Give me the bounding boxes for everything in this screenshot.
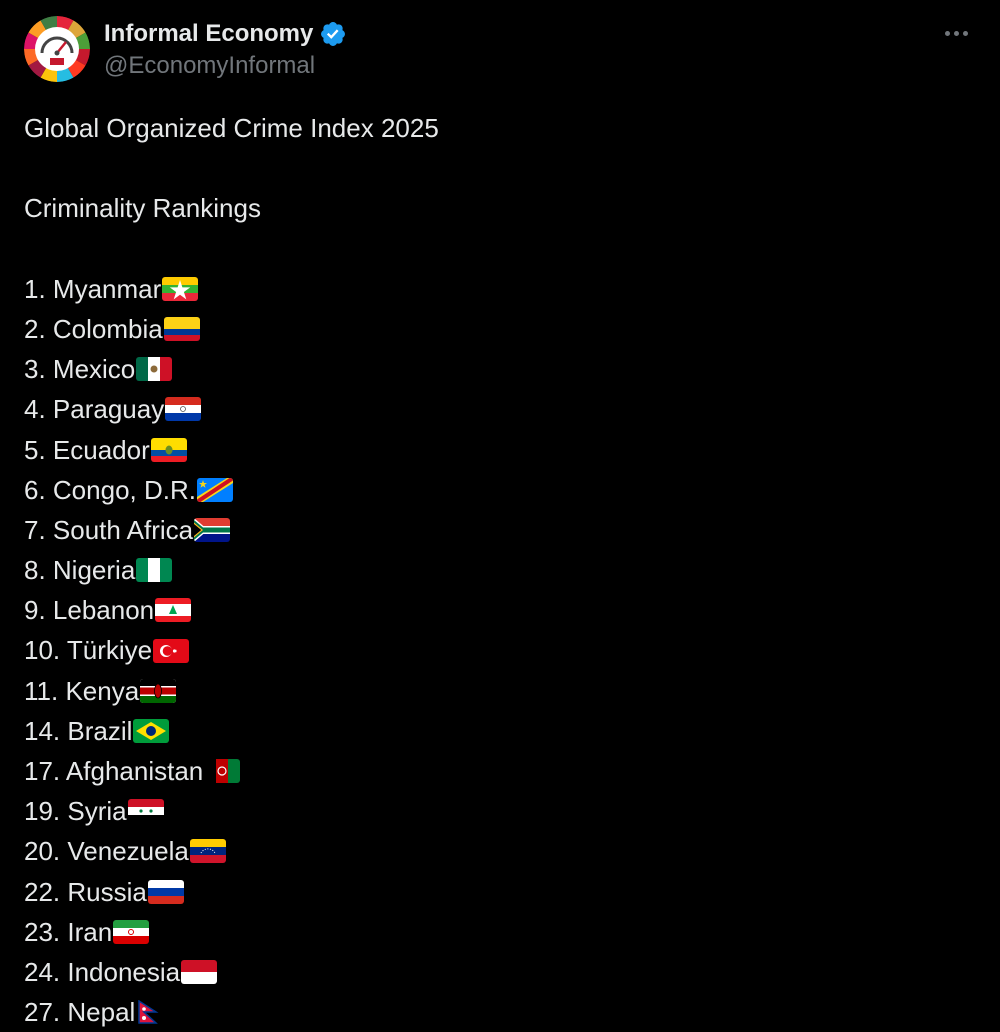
- ranking-line: 5. Ecuador: [24, 430, 974, 470]
- mexico-flag-icon: [136, 357, 173, 382]
- iran-flag-icon: [113, 919, 150, 944]
- ecuador-flag-icon: [150, 437, 187, 462]
- tweet-title: Global Organized Crime Index 2025: [24, 113, 439, 143]
- ranking-text: 19. Syria: [24, 796, 127, 827]
- ranking-text: 24. Indonesia: [24, 956, 181, 987]
- nepal-flag-icon: [136, 1000, 160, 1024]
- ranking-line: 14. Brazil: [24, 711, 974, 751]
- ranking-text: 3. Mexico: [24, 354, 136, 385]
- tweet-text: Global Organized Crime Index 2025 Crimin…: [24, 108, 974, 1032]
- dot: [944, 30, 950, 36]
- author-name-row: Informal Economy: [104, 18, 347, 50]
- avatar[interactable]: [24, 16, 90, 82]
- ranking-line: 4. Paraguay: [24, 389, 974, 429]
- ranking-line: 19. Syria: [24, 791, 974, 831]
- ranking-line: 11. Kenya: [24, 671, 974, 711]
- syria-flag-icon: [127, 799, 164, 824]
- ranking-line: 20. Venezuela: [24, 831, 974, 871]
- ranking-line: 27. Nepal: [24, 992, 974, 1032]
- author-handle[interactable]: @EconomyInformal: [104, 52, 315, 80]
- ranking-line: 17. Afghanistan: [24, 751, 974, 791]
- turkiye-flag-icon: [153, 638, 190, 663]
- myanmar-flag-icon: [162, 276, 199, 301]
- afghanistan-flag-icon: [204, 759, 241, 784]
- ranking-line: 23. Iran: [24, 912, 974, 952]
- lebanon-flag-icon: [155, 598, 192, 623]
- ranking-line: 24. Indonesia: [24, 952, 974, 992]
- ranking-line: 3. Mexico: [24, 349, 974, 389]
- ranking-line: 2. Colombia: [24, 309, 974, 349]
- ranking-text: 5. Ecuador: [24, 434, 150, 465]
- ranking-text: 1. Myanmar: [24, 273, 162, 304]
- ranking-text: 14. Brazil: [24, 715, 133, 746]
- ranking-text: 27. Nepal: [24, 997, 136, 1028]
- ranking-text: 23. Iran: [24, 916, 113, 947]
- ranking-text: 11. Kenya: [24, 675, 140, 706]
- ranking-line: 22. Russia: [24, 872, 974, 912]
- ranking-text: 7. South Africa: [24, 514, 194, 545]
- venezuela-flag-icon: [189, 839, 226, 864]
- ranking-text: 9. Lebanon: [24, 595, 155, 626]
- tweet-subtitle: Criminality Rankings: [24, 193, 261, 224]
- dr-congo-flag-icon: [196, 477, 233, 502]
- display-name[interactable]: Informal Economy: [104, 20, 313, 48]
- verified-badge-icon[interactable]: [319, 20, 347, 48]
- dot: [962, 30, 968, 36]
- ranking-line: 8. Nigeria: [24, 550, 974, 590]
- ranking-text: 4. Paraguay: [24, 394, 165, 425]
- ranking-line: 1. Myanmar: [24, 269, 974, 309]
- kenya-flag-icon: [140, 678, 177, 703]
- ranking-line: 10. Türkiye: [24, 630, 974, 670]
- nigeria-flag-icon: [136, 558, 173, 583]
- paraguay-flag-icon: [165, 397, 202, 422]
- ranking-text: 2. Colombia: [24, 313, 163, 344]
- gauge-wheel-logo-icon: [24, 16, 90, 82]
- south-africa-flag-icon: [194, 517, 231, 542]
- brazil-flag-icon: [133, 718, 170, 743]
- ranking-text: 20. Venezuela: [24, 836, 189, 867]
- more-options-icon[interactable]: [936, 20, 976, 46]
- colombia-flag-icon: [163, 317, 200, 342]
- ranking-text: 10. Türkiye: [24, 635, 153, 666]
- ranking-text: 17. Afghanistan: [24, 756, 204, 786]
- ranking-text: 6. Congo, D.R.: [24, 474, 196, 505]
- tweet: Informal Economy @EconomyInformal Global…: [0, 0, 1000, 1027]
- indonesia-flag-icon: [181, 960, 218, 985]
- russia-flag-icon: [147, 879, 184, 904]
- dot: [953, 30, 959, 36]
- ranking-line: 7. South Africa: [24, 510, 974, 550]
- ranking-line: 9. Lebanon: [24, 590, 974, 630]
- ranking-text: 22. Russia: [24, 876, 147, 907]
- ranking-text: 8. Nigeria: [24, 555, 136, 586]
- ranking-line: 6. Congo, D.R.: [24, 470, 974, 510]
